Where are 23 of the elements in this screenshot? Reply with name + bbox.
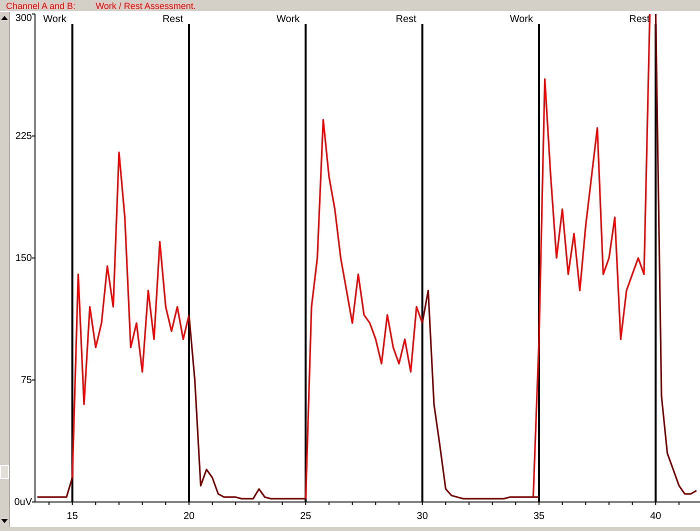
tick-label: 0uV xyxy=(14,497,32,508)
scroll-up-icon[interactable] xyxy=(1,15,8,20)
phase-label: Work xyxy=(276,14,300,25)
tick-label: 225 xyxy=(15,131,32,142)
tick-label: 75 xyxy=(20,375,32,386)
phase-label: Rest xyxy=(162,14,183,25)
tick-label: 35 xyxy=(533,511,545,522)
tick-label: 25 xyxy=(300,511,312,522)
tick-label: 30 xyxy=(416,511,428,522)
phase-label: Work xyxy=(43,14,66,25)
scroll-down-icon[interactable] xyxy=(1,519,8,524)
tick-label: 15 xyxy=(66,511,78,522)
phase-label: Rest xyxy=(629,14,650,25)
vertical-scrollbar[interactable] xyxy=(0,12,10,527)
chart-title: Work / Rest Assessment. xyxy=(96,0,196,10)
phase-label: Work xyxy=(510,14,533,25)
tick-label: 300 xyxy=(15,13,32,24)
tick-label: 20 xyxy=(183,511,195,522)
scrollbar-thumb[interactable] xyxy=(0,465,9,479)
tick-label: 150 xyxy=(15,253,32,264)
channel-label: Channel A and B: xyxy=(6,0,76,10)
tick-label: 40 xyxy=(650,511,662,522)
phase-label: Rest xyxy=(396,14,416,25)
